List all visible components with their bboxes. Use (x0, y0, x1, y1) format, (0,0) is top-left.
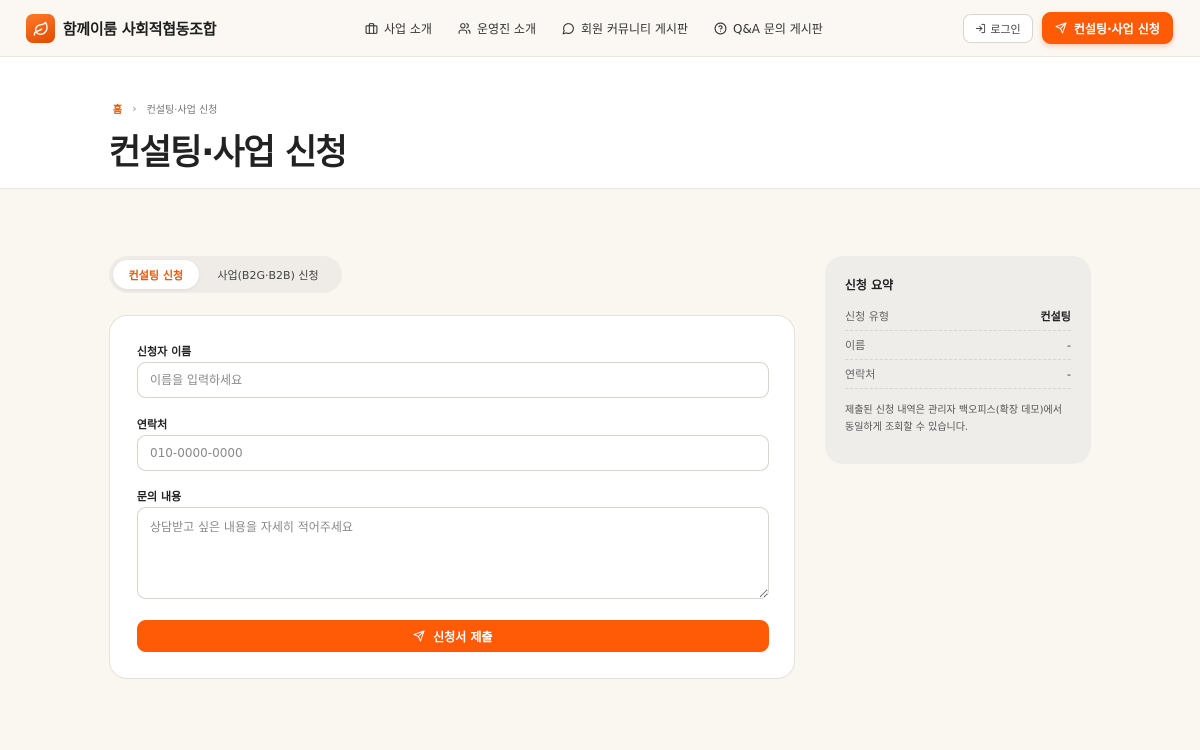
summary-value: - (1067, 338, 1071, 352)
breadcrumb-current: 컨설팅·사업 신청 (146, 105, 218, 116)
nav-item-label: 운영진 소개 (476, 22, 536, 36)
breadcrumb-home[interactable]: 홈 (113, 101, 122, 116)
summary-value: - (1067, 367, 1071, 381)
tab-consulting[interactable]: 컨설팅 신청 (113, 260, 199, 289)
log-in-icon (976, 23, 986, 34)
message-textarea[interactable] (137, 507, 769, 599)
phone-input[interactable] (137, 435, 769, 471)
application-type-tabs: 컨설팅 신청 사업(B2G·B2B) 신청 (109, 256, 342, 293)
application-form: 신청자 이름 연락처 문의 내용 신청서 제출 (109, 315, 795, 679)
page-hero: 홈 › 컨설팅·사업 신청 컨설팅·사업 신청 (0, 57, 1200, 189)
submit-button-label: 신청서 제출 (433, 629, 493, 644)
top-navigation-bar: 함께이룸 사회적협동조합 사업 소개 운영진 소개 회원 커뮤니티 게시판 Q&… (0, 0, 1200, 57)
leaf-icon (33, 21, 48, 36)
summary-row: 이름 - (845, 331, 1071, 360)
tab-business[interactable]: 사업(B2G·B2B) 신청 (199, 260, 337, 289)
name-label: 신청자 이름 (137, 345, 192, 358)
summary-value: 컨설팅 (1040, 310, 1071, 323)
summary-key: 이름 (845, 339, 866, 352)
nav-item-community[interactable]: 회원 커뮤니티 게시판 (562, 20, 688, 37)
nav-item-label: 사업 소개 (384, 22, 432, 36)
name-input[interactable] (137, 362, 769, 398)
logo[interactable] (26, 14, 55, 43)
summary-row: 연락처 - (845, 360, 1071, 389)
nav-item-qna[interactable]: Q&A 문의 게시판 (714, 20, 823, 37)
main-nav: 사업 소개 운영진 소개 회원 커뮤니티 게시판 Q&A 문의 게시판 (365, 20, 823, 37)
summary-key: 신청 유형 (845, 310, 889, 323)
users-icon (458, 23, 471, 34)
chevron-right-icon: › (132, 102, 137, 115)
nav-item-label: Q&A 문의 게시판 (733, 22, 823, 36)
help-circle-icon (714, 22, 727, 35)
login-button-label: 로그인 (990, 22, 1021, 36)
apply-cta-button[interactable]: 컨설팅·사업 신청 (1042, 12, 1173, 44)
page-title: 컨설팅·사업 신청 (109, 133, 348, 173)
message-label: 문의 내용 (137, 490, 182, 503)
nav-item-team[interactable]: 운영진 소개 (458, 20, 536, 37)
apply-cta-label: 컨설팅·사업 신청 (1073, 21, 1161, 36)
send-icon (1055, 22, 1067, 34)
summary-title: 신청 요약 (845, 278, 894, 292)
brand-name[interactable]: 함께이룸 사회적협동조합 (63, 18, 217, 39)
login-button[interactable]: 로그인 (963, 14, 1033, 43)
message-circle-icon (562, 23, 574, 35)
phone-label: 연락처 (137, 418, 168, 431)
briefcase-icon (365, 23, 378, 34)
nav-item-business[interactable]: 사업 소개 (365, 20, 432, 37)
nav-item-label: 회원 커뮤니티 게시판 (581, 22, 688, 36)
send-icon (413, 630, 425, 642)
application-summary: 신청 요약 신청 유형 컨설팅 이름 - 연락처 - 제출된 신청 내역은 관리… (825, 256, 1091, 464)
submit-button[interactable]: 신청서 제출 (137, 620, 769, 652)
summary-row: 신청 유형 컨설팅 (845, 302, 1071, 331)
summary-note: 제출된 신청 내역은 관리자 백오피스(확장 데모)에서 동일하게 조회할 수 … (845, 405, 1062, 433)
summary-key: 연락처 (845, 368, 876, 381)
breadcrumb: 홈 › 컨설팅·사업 신청 (113, 101, 217, 116)
